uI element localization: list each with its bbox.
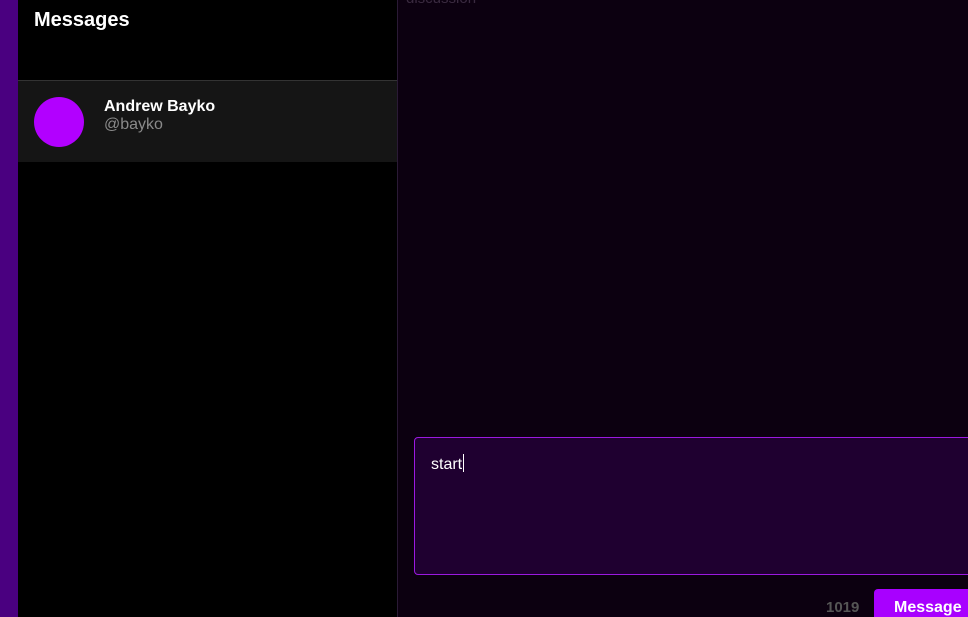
app-root: Messages Andrew Bayko @bayko discussion … bbox=[0, 0, 968, 617]
text-caret bbox=[463, 454, 465, 472]
sidebar-header: Messages bbox=[18, 0, 397, 81]
conversation-item[interactable]: Andrew Bayko @bayko bbox=[18, 81, 397, 162]
conversation-handle: @bayko bbox=[104, 116, 163, 133]
page-title: Messages bbox=[34, 9, 130, 31]
chat-panel: discussion start 1019 Message bbox=[398, 0, 968, 617]
message-input-value: start bbox=[431, 456, 463, 473]
conversation-name: Andrew Bayko bbox=[104, 98, 216, 115]
left-nav-rail bbox=[0, 0, 18, 617]
message-text: discussion bbox=[406, 0, 476, 7]
conversation-sidebar: Messages Andrew Bayko @bayko bbox=[18, 0, 398, 617]
message-input-text: start bbox=[431, 454, 465, 474]
character-counter: 1019 bbox=[826, 599, 860, 616]
message-input[interactable]: start bbox=[414, 437, 968, 575]
send-message-button[interactable]: Message bbox=[874, 589, 968, 617]
avatar bbox=[34, 97, 84, 147]
